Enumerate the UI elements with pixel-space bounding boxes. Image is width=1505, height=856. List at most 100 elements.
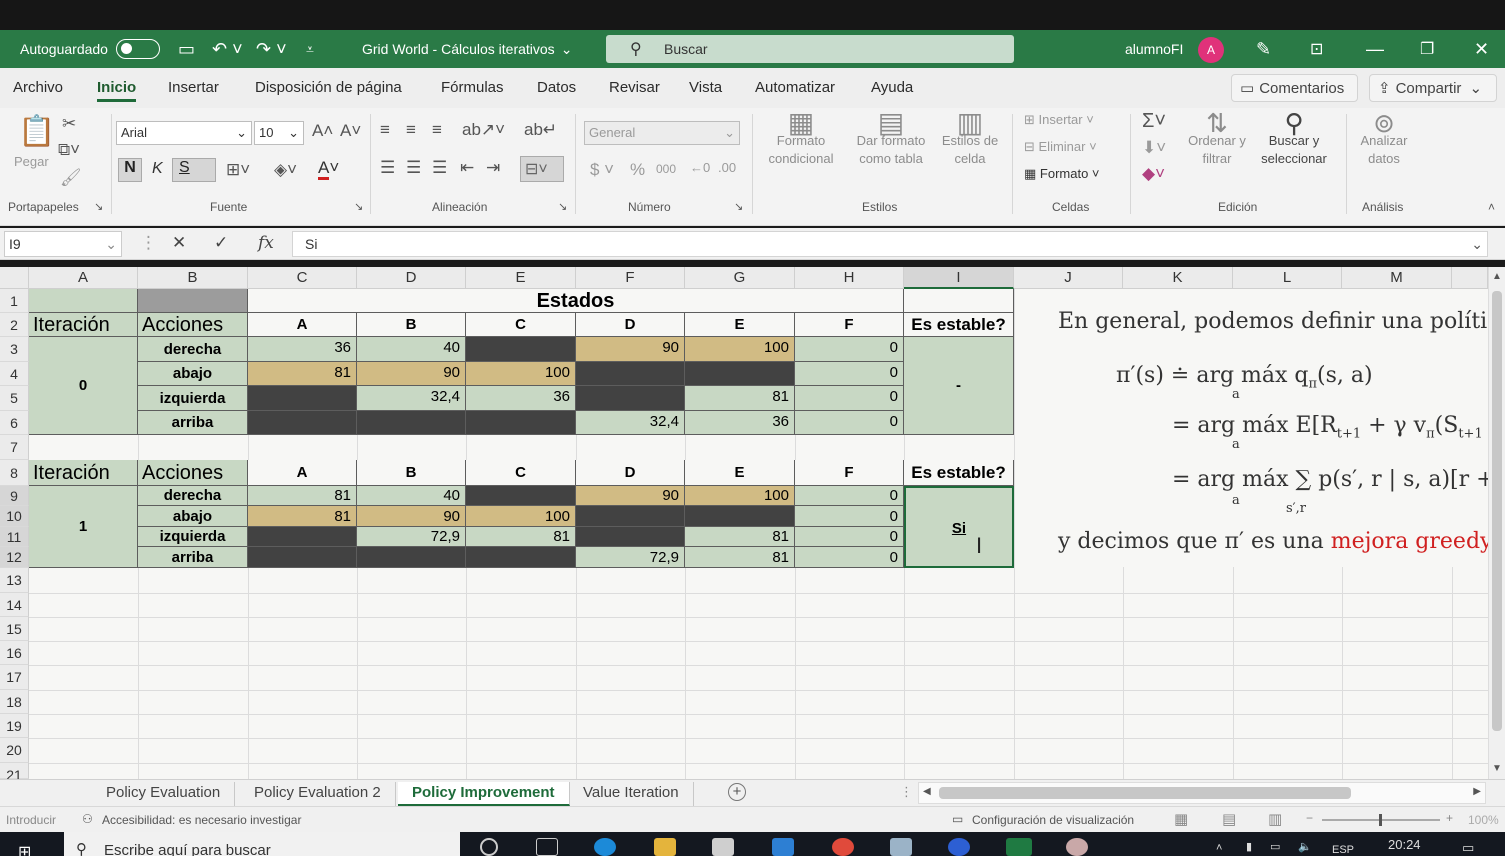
align-left-icon[interactable]: ☰	[380, 158, 395, 178]
value-cell[interactable]	[685, 506, 795, 527]
value-cell[interactable]	[576, 386, 685, 411]
tab-ayuda[interactable]: Ayuda	[871, 79, 913, 96]
column-header-i[interactable]: I	[904, 267, 1014, 289]
zoom-in-icon[interactable]: +	[1446, 811, 1453, 825]
state-header-e[interactable]: E	[685, 313, 795, 337]
page-break-icon[interactable]: ▥	[1268, 810, 1282, 828]
fill-icon[interactable]: ⬇˅	[1142, 138, 1166, 158]
iteration-1-cell[interactable]: 1	[29, 486, 138, 568]
state-header-d[interactable]: D	[576, 460, 685, 486]
clear-icon[interactable]: ◆˅	[1142, 164, 1165, 184]
row-header-10[interactable]: 10	[0, 506, 29, 527]
column-header-f[interactable]: F	[576, 267, 685, 289]
increase-decimal-icon[interactable]: ←0	[690, 160, 710, 175]
fill-color-icon[interactable]: ◈˅	[274, 160, 297, 180]
value-cell[interactable]: 81	[685, 547, 795, 568]
row-header-13[interactable]: 13	[0, 568, 29, 593]
action-label[interactable]: izquierda	[138, 527, 248, 547]
value-cell[interactable]: 0	[795, 386, 904, 411]
column-header-n[interactable]	[1452, 267, 1488, 289]
comments-button[interactable]: ▭ Comentarios	[1231, 74, 1358, 102]
value-cell[interactable]	[576, 527, 685, 547]
notifications-icon[interactable]: ▭	[1462, 840, 1474, 856]
value-cell[interactable]: 72,9	[357, 527, 466, 547]
cortana-icon[interactable]	[480, 838, 498, 856]
horizontal-scrollbar[interactable]: ◀ ▶	[918, 782, 1486, 804]
taskbar-search[interactable]: ⚲ Escribe aquí para buscar	[64, 832, 460, 856]
ribbon-display-icon[interactable]: ⊡	[1310, 30, 1323, 68]
align-right-icon[interactable]: ☰	[432, 158, 447, 178]
action-label[interactable]: izquierda	[138, 386, 248, 411]
scroll-thumb[interactable]	[939, 787, 1351, 799]
cell-i1[interactable]	[904, 289, 1014, 313]
decrease-font-icon[interactable]: A˅	[340, 121, 361, 141]
formula-input[interactable]: Si ⌄	[292, 231, 1488, 257]
delete-cells-button[interactable]: ⊟ Eliminar ˅	[1024, 139, 1097, 155]
tab-inicio[interactable]: Inicio	[97, 79, 137, 102]
action-label[interactable]: abajo	[138, 506, 248, 527]
value-cell[interactable]: 100	[466, 362, 576, 386]
value-cell[interactable]: 32,4	[576, 411, 685, 435]
state-header-c[interactable]: C	[466, 313, 576, 337]
table-title-cell[interactable]: Estados	[248, 289, 904, 313]
value-cell[interactable]	[248, 527, 357, 547]
state-header-f[interactable]: F	[795, 313, 904, 337]
state-header-c[interactable]: C	[466, 460, 576, 486]
find-select-button[interactable]: ⚲ Buscar y seleccionar	[1252, 110, 1336, 168]
scroll-right-icon[interactable]: ▶	[1473, 786, 1481, 797]
number-format-select[interactable]: General ⌄	[584, 121, 740, 145]
save-icon[interactable]: ▭	[178, 30, 195, 68]
autosave-toggle[interactable]	[115, 39, 160, 59]
row-header-5[interactable]: 5	[0, 386, 29, 411]
value-cell[interactable]	[248, 411, 357, 435]
value-cell[interactable]	[466, 337, 576, 362]
enter-icon[interactable]: ✓	[214, 233, 228, 253]
language-indicator[interactable]: ESP	[1332, 844, 1354, 856]
row-header-17[interactable]: 17	[0, 665, 29, 690]
collapse-ribbon-icon[interactable]: ˄	[1488, 200, 1495, 214]
font-size-select[interactable]: 10 ⌄	[254, 121, 304, 145]
scroll-left-icon[interactable]: ◀	[923, 786, 931, 797]
value-cell[interactable]	[357, 547, 466, 568]
scroll-up-icon[interactable]: ▲	[1492, 271, 1502, 282]
state-header-b[interactable]: B	[357, 313, 466, 337]
align-bottom-icon[interactable]: ≡	[432, 120, 442, 140]
zoom-app-icon[interactable]	[948, 838, 970, 856]
conditional-format-button[interactable]: ▦ Formato condicional	[758, 109, 844, 168]
column-header-k[interactable]: K	[1123, 267, 1233, 289]
row-header-4[interactable]: 4	[0, 362, 29, 386]
value-cell[interactable]: 90	[576, 337, 685, 362]
network-icon[interactable]: ▭	[1270, 840, 1280, 853]
close-icon[interactable]: ✕	[1474, 30, 1489, 68]
share-button[interactable]: ⇪ Compartir ⌄	[1369, 74, 1497, 102]
value-cell[interactable]: 72,9	[576, 547, 685, 568]
action-label[interactable]: arriba	[138, 411, 248, 435]
restore-icon[interactable]: ❐	[1420, 30, 1434, 68]
zoom-slider-handle[interactable]	[1379, 814, 1382, 826]
value-cell[interactable]: 0	[795, 362, 904, 386]
value-cell[interactable]: 100	[685, 486, 795, 506]
column-header-e[interactable]: E	[466, 267, 576, 289]
stable-header-cell[interactable]: Es estable?	[904, 313, 1014, 337]
row-header-11[interactable]: 11	[0, 527, 29, 547]
mail-icon[interactable]	[772, 838, 794, 856]
row-header-19[interactable]: 19	[0, 714, 29, 738]
vertical-scrollbar[interactable]: ▲ ▼	[1488, 267, 1505, 779]
value-cell[interactable]: 90	[576, 486, 685, 506]
thousands-icon[interactable]: 000	[656, 162, 676, 176]
zoom-out-icon[interactable]: −	[1306, 811, 1313, 825]
scroll-thumb[interactable]	[1492, 291, 1502, 731]
value-cell[interactable]	[466, 547, 576, 568]
column-header-h[interactable]: H	[795, 267, 904, 289]
increase-indent-icon[interactable]: ⇥	[486, 158, 500, 178]
row-header-7[interactable]: 7	[0, 435, 29, 460]
value-cell[interactable]: 32,4	[357, 386, 466, 411]
value-cell[interactable]: 36	[248, 337, 357, 362]
paste-icon[interactable]: 📋	[18, 114, 55, 149]
task-view-icon[interactable]	[536, 838, 558, 856]
edge-icon[interactable]	[594, 838, 616, 856]
column-header-c[interactable]: C	[248, 267, 357, 289]
action-label[interactable]: derecha	[138, 337, 248, 362]
column-header-l[interactable]: L	[1233, 267, 1342, 289]
state-header-f[interactable]: F	[795, 460, 904, 486]
